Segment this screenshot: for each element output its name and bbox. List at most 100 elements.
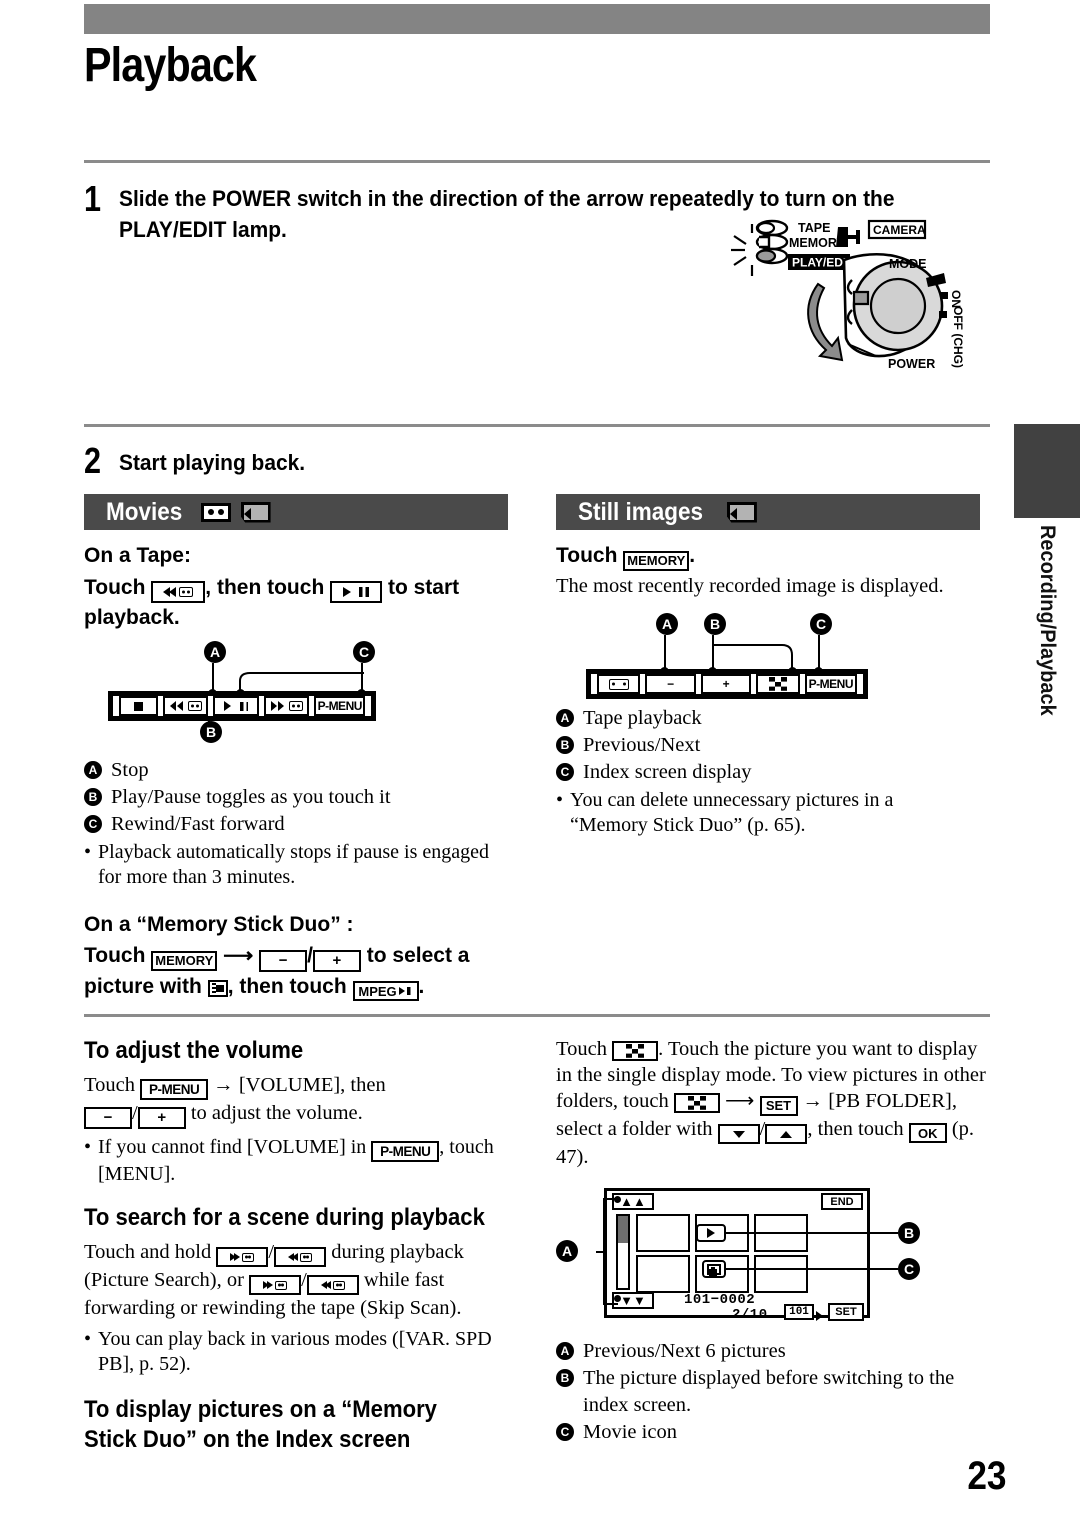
folder-arrow-icon [816,1308,823,1326]
current-picture-marker-icon [696,1224,726,1242]
tape-instruction-pre: Touch [84,576,146,599]
legend-text: Previous/Next 6 pictures [583,1340,786,1362]
lead-b-line [726,1232,898,1234]
lead-c [818,635,820,671]
header-band [84,4,990,34]
movie-icon [702,1260,726,1278]
memory-stick-icon [240,501,271,523]
index-heading: To display pictures on a “Memory Stick D… [84,1396,437,1453]
mpeg-label: MPEG [358,983,397,999]
set-key[interactable]: SET [759,1095,798,1116]
tape-instruction-mid: , then touch [205,576,325,599]
still-images-column: Still images Touch MEMORY. The most rece… [556,494,980,838]
folder-label[interactable]: 101 [784,1304,814,1320]
rewind-key[interactable] [151,581,206,603]
page-title: Playback [84,39,257,92]
index-key[interactable] [673,1093,720,1113]
callout-c: C [898,1258,920,1280]
legend-item: A Previous/Next 6 pictures [556,1338,988,1365]
legend-item: C Movie icon [556,1419,988,1446]
pmenu-key[interactable]: P-MENU [371,1141,440,1162]
index-key[interactable] [612,1041,659,1061]
minus-button[interactable]: − [645,674,696,694]
legend-key: A [84,761,102,779]
legend-item: B Play/Pause toggles as you touch it [84,784,508,811]
divider-mid [84,1014,990,1017]
legend-key: C [556,1423,574,1441]
memory-stick-instruction: Touch MEMORY ⟶ − / + to select a picture w… [84,941,508,1002]
file-number-label: 101−0002 [684,1292,756,1308]
legend-key: B [84,788,102,806]
minus-key[interactable]: − [259,949,308,972]
still-legend: A Tape playback B Previous/Next C Index scr… [556,705,980,838]
bullet-dot: • [556,789,564,811]
fast-forward-key[interactable] [249,1275,302,1295]
tape-control-bar: P-MENU [108,691,376,721]
ms-instr-3: , then touch [227,974,347,998]
stop-button[interactable] [119,696,158,716]
legend-text: Play/Pause toggles as you touch it [111,786,391,808]
plus-key[interactable]: + [137,1106,186,1129]
index-screen-diagram: ▲▲ ▼▼ A END B C 101−0002 2/10 101 SET [556,1180,988,1330]
volume-instr-pre: Touch [84,1074,135,1096]
fast-forward-button[interactable] [263,696,310,716]
callout-c: C [810,613,832,635]
pmenu-key[interactable]: P-MENU [140,1079,209,1101]
divider-step2 [84,424,990,427]
on-a-memory-stick-heading: On a “Memory Stick Duo” : [84,913,354,936]
legend-item: C Rewind/Fast forward [84,811,508,838]
movies-section-label: Movies [106,497,183,526]
legend-text: Index screen display [583,761,752,783]
play-pause-key[interactable] [330,581,383,603]
search-note-text: You can play back in various modes ([VAR… [98,1328,492,1375]
thumbnail-cell[interactable] [754,1255,808,1293]
tape-playback-button[interactable] [597,674,641,694]
bullet-dot: • [84,1328,92,1350]
memory-key[interactable]: MEMORY [623,550,690,571]
volume-and-search-column: To adjust the volume Touch P-MENU → [VOL… [84,1036,514,1455]
ms-instr-1: Touch [84,944,146,967]
callout-a: A [656,613,678,635]
index-legend: A Previous/Next 6 pictures B The picture d… [556,1338,988,1446]
mpeg-play-key[interactable]: MPEG [352,981,419,1001]
plus-key[interactable]: + [312,949,361,972]
set-button[interactable]: SET [828,1303,864,1321]
rewind-key[interactable] [306,1275,359,1295]
pmenu-button[interactable]: P-MENU [314,696,365,716]
callout-c: C [353,641,375,663]
thumbnail-cell[interactable] [636,1214,690,1252]
volume-instr-mid: → [VOLUME], then [213,1074,386,1096]
index-button[interactable] [756,674,800,694]
pmenu-button[interactable]: P-MENU [804,674,857,694]
plus-button[interactable]: + [700,674,752,694]
legend-key: C [556,763,574,781]
ok-key[interactable]: OK [908,1123,947,1143]
minus-key[interactable]: − [84,1106,132,1129]
side-tab-label: Recording/Playback [1036,525,1059,716]
legend-item: A Stop [84,757,508,784]
play-pause-button[interactable] [213,696,259,716]
rewind-key[interactable] [274,1247,327,1267]
memory-key[interactable]: MEMORY [151,950,218,971]
volume-instruction: Touch P-MENU → [VOLUME], then − / + to adj… [84,1072,514,1129]
movies-column: Movies On a Tape: Touch , then touch to … [84,494,508,1002]
volume-heading: To adjust the volume [84,1037,304,1064]
end-button[interactable]: END [821,1193,863,1210]
fast-forward-key[interactable] [216,1247,269,1267]
lamp-label-tape: TAPE [798,221,830,235]
movies-note: • Playback automatically stops if pause … [84,840,508,890]
lead-a [664,635,666,671]
divider-top [84,160,990,163]
movies-note-text: Playback automatically stops if pause is… [98,841,490,888]
thumbnail-cell[interactable] [636,1255,690,1293]
down-key[interactable] [717,1124,760,1144]
rewind-button[interactable] [162,696,209,716]
still-control-bar-diagram: A B C − + P-MENU [556,613,980,705]
movie-film-icon [207,979,228,997]
step-1-number: 1 [84,178,102,219]
legend-text: Movie icon [583,1421,677,1443]
side-tab: Recording/Playback [1014,520,1080,850]
step-2-text: Start playing back. [119,450,306,475]
legend-item: B Previous/Next [556,732,980,759]
up-key[interactable] [765,1124,808,1144]
